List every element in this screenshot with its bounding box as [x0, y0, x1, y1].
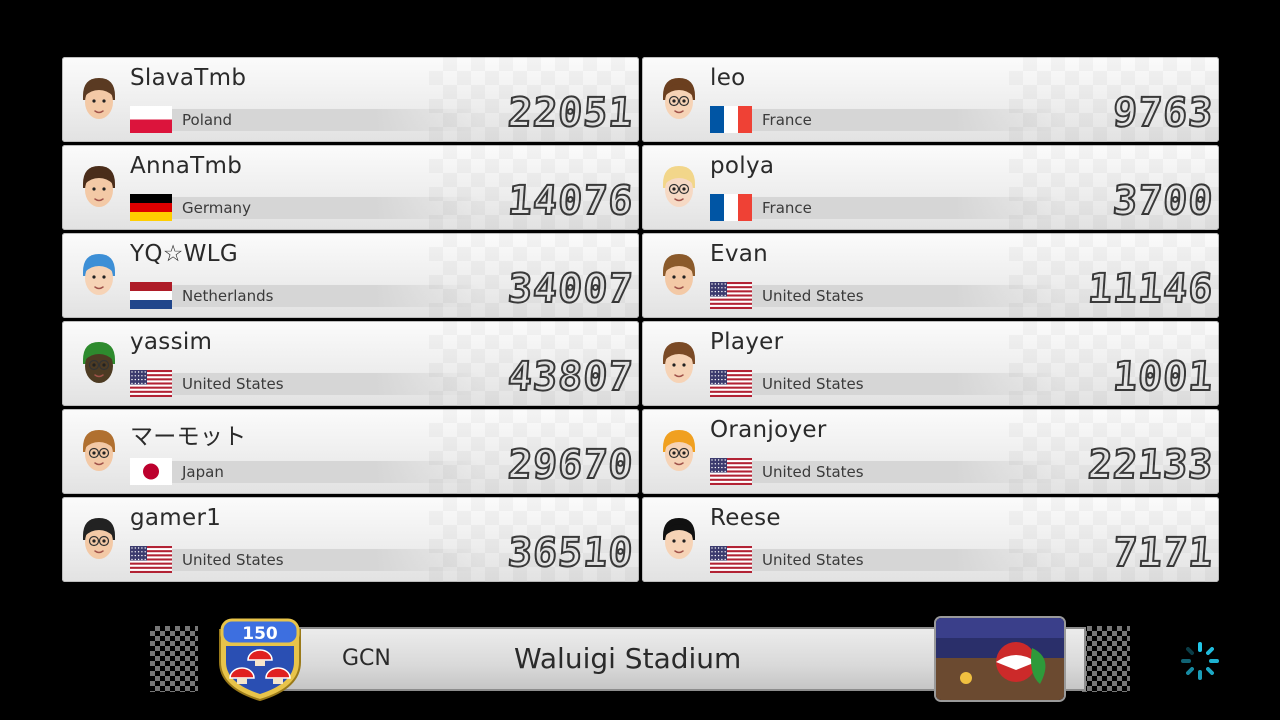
usa-flag-icon — [130, 546, 172, 573]
player-name: Oranjoyer — [710, 417, 827, 443]
player-score: 29670 — [505, 441, 636, 489]
loading-spinner-icon — [1181, 642, 1219, 680]
mii-avatar — [663, 518, 695, 559]
france-flag-icon — [710, 106, 752, 133]
player-score: 36510 — [505, 529, 636, 577]
country-name: United States — [182, 375, 284, 393]
poland-flag-icon — [130, 106, 172, 133]
player-row: Player United States 1001 — [642, 321, 1219, 406]
mii-avatar — [83, 166, 115, 207]
country-name: France — [762, 199, 812, 217]
player-row: SlavaTmb Poland 22051 — [62, 57, 639, 142]
player-name: Evan — [710, 241, 769, 267]
mii-avatar — [83, 254, 115, 295]
country-name: United States — [762, 375, 864, 393]
player-name: polya — [710, 153, 775, 179]
country-name: Japan — [182, 463, 224, 481]
country-name: United States — [762, 551, 864, 569]
player-name: AnnaTmb — [130, 153, 243, 179]
player-name: SlavaTmb — [130, 65, 247, 91]
player-row: yassim United States 43807 — [62, 321, 639, 406]
usa-flag-icon — [710, 546, 752, 573]
cup-name: GCN — [342, 646, 391, 671]
player-score: 7171 — [1110, 529, 1216, 577]
mii-avatar — [663, 78, 695, 119]
player-row: Oranjoyer United States 22133 — [642, 409, 1219, 494]
player-name: YQ☆WLG — [130, 241, 238, 267]
track-name: Waluigi Stadium — [514, 642, 742, 675]
player-score: 9763 — [1110, 89, 1216, 137]
player-name: Player — [710, 329, 784, 355]
player-score: 11146 — [1085, 265, 1216, 313]
france-flag-icon — [710, 194, 752, 221]
player-score: 34007 — [505, 265, 636, 313]
mii-avatar — [83, 518, 115, 559]
player-row: leo France 9763 — [642, 57, 1219, 142]
germany-flag-icon — [130, 194, 172, 221]
usa-flag-icon — [710, 282, 752, 309]
usa-flag-icon — [710, 458, 752, 485]
country-name: Germany — [182, 199, 251, 217]
player-score: 1001 — [1110, 353, 1216, 401]
player-name: マーモット — [130, 424, 247, 450]
player-row: Reese United States 7171 — [642, 497, 1219, 582]
player-name: yassim — [130, 329, 213, 355]
mushroom-cup-emblem-icon: 150 — [219, 618, 301, 702]
player-score: 22133 — [1085, 441, 1216, 489]
track-banner: 150 GCN Waluigi Stadium — [150, 618, 1130, 702]
japan-flag-icon — [130, 458, 172, 485]
mii-avatar — [83, 430, 115, 471]
mii-avatar — [663, 342, 695, 383]
netherlands-flag-icon — [130, 282, 172, 309]
player-row: AnnaTmb Germany 14076 — [62, 145, 639, 230]
checkered-flag-right — [1082, 626, 1130, 692]
country-name: Netherlands — [182, 287, 274, 305]
mii-avatar — [663, 166, 695, 207]
country-name: Poland — [182, 111, 233, 129]
player-score: 3700 — [1110, 177, 1216, 225]
player-list: SlavaTmb Poland 22051 leo France 9763 AnnaTm… — [62, 57, 1220, 583]
mii-avatar — [663, 254, 695, 295]
player-row: gamer1 United States 36510 — [62, 497, 639, 582]
player-name: Reese — [710, 505, 781, 531]
player-name: leo — [710, 65, 746, 91]
player-score: 22051 — [505, 89, 636, 137]
player-row: Evan United States 11146 — [642, 233, 1219, 318]
country-name: United States — [762, 463, 864, 481]
checkered-flag-left — [150, 626, 198, 692]
player-score: 14076 — [505, 177, 636, 225]
country-name: United States — [762, 287, 864, 305]
usa-flag-icon — [130, 370, 172, 397]
engine-class-label: 150 — [242, 624, 278, 644]
mii-avatar — [83, 342, 115, 383]
player-name: gamer1 — [130, 505, 222, 531]
player-row: マーモット Japan 29670 — [62, 409, 639, 494]
country-name: France — [762, 111, 812, 129]
player-row: polya France 3700 — [642, 145, 1219, 230]
usa-flag-icon — [710, 370, 752, 397]
mii-avatar — [83, 78, 115, 119]
country-name: United States — [182, 551, 284, 569]
player-score: 43807 — [505, 353, 636, 401]
player-row: YQ☆WLG Netherlands 34007 — [62, 233, 639, 318]
track-preview-thumbnail — [936, 618, 1064, 700]
mii-avatar — [663, 430, 695, 471]
